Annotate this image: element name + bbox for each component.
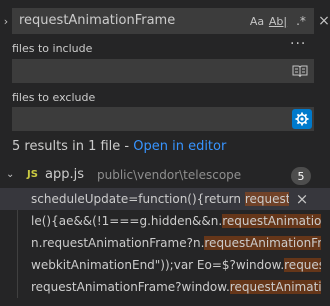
exclude-field[interactable] xyxy=(12,107,314,131)
match-row[interactable]: webkitAnimationEnd"));var Eo=$?window.re… xyxy=(0,254,330,276)
match-text: scheduleUpdate=function(){return request… xyxy=(31,192,289,206)
match-highlight: requestAnimation... xyxy=(222,214,321,228)
search-input-value[interactable]: requestAnimationFrame xyxy=(19,13,175,28)
dismiss-match-icon[interactable]: × xyxy=(294,189,310,209)
match-case-icon[interactable]: Aa xyxy=(248,12,266,30)
open-in-editor-link[interactable]: Open in editor xyxy=(133,139,226,154)
include-label: files to include xyxy=(12,42,93,55)
whole-word-icon[interactable]: Ab| xyxy=(269,12,287,30)
search-panel: › requestAnimationFrame Aa Ab| .* × ··· … xyxy=(0,0,330,306)
search-row: › requestAnimationFrame Aa Ab| .* × xyxy=(0,4,330,36)
include-field[interactable] xyxy=(12,59,314,83)
file-path: public\vendor\telescope xyxy=(97,168,242,182)
match-text: le(){ae&&(!1===g.hidden&&n.requestAnimat… xyxy=(31,214,321,228)
chevron-down-icon[interactable]: ⌄ xyxy=(6,169,14,180)
match-text: webkitAnimationEnd"));var Eo=$?window.re… xyxy=(31,258,321,272)
more-options-icon[interactable]: ··· xyxy=(290,36,306,52)
chevron-right-icon[interactable]: › xyxy=(0,10,12,32)
results-summary: 5 results in 1 file - Open in editor xyxy=(12,139,226,154)
match-highlight: request... xyxy=(284,258,321,272)
close-icon[interactable]: × xyxy=(318,10,330,32)
search-input[interactable]: requestAnimationFrame Aa Ab| .* xyxy=(12,8,314,34)
match-row[interactable]: n.requestAnimationFrame?n.requestAnimati… xyxy=(0,232,330,254)
file-name: app.js xyxy=(45,167,84,182)
use-exclude-settings-button[interactable] xyxy=(292,109,312,129)
match-row[interactable]: requestAnimationFrame?window.requestAnim… xyxy=(0,276,330,298)
exclude-label: files to exclude xyxy=(12,91,96,104)
gear-icon xyxy=(295,112,309,126)
match-text: n.requestAnimationFrame?n.requestAnimati… xyxy=(31,236,321,250)
match-text: requestAnimationFrame?window.requestAnim… xyxy=(31,280,321,294)
match-highlight: requestAnimationFr... xyxy=(204,236,321,250)
file-result-row[interactable]: ⌄ JS app.js public\vendor\telescope 5 xyxy=(0,165,330,187)
match-highlight: request... xyxy=(244,192,289,206)
match-row[interactable]: scheduleUpdate=function(){return request… xyxy=(0,188,330,210)
js-file-icon: JS xyxy=(27,169,38,180)
match-count-badge: 5 xyxy=(291,167,311,185)
regex-icon[interactable]: .* xyxy=(292,12,310,30)
results-count-text: 5 results in 1 file - xyxy=(12,139,134,154)
match-highlight: requestAnimatio... xyxy=(229,280,321,294)
book-icon[interactable] xyxy=(292,64,308,78)
match-row[interactable]: le(){ae&&(!1===g.hidden&&n.requestAnimat… xyxy=(0,210,330,232)
